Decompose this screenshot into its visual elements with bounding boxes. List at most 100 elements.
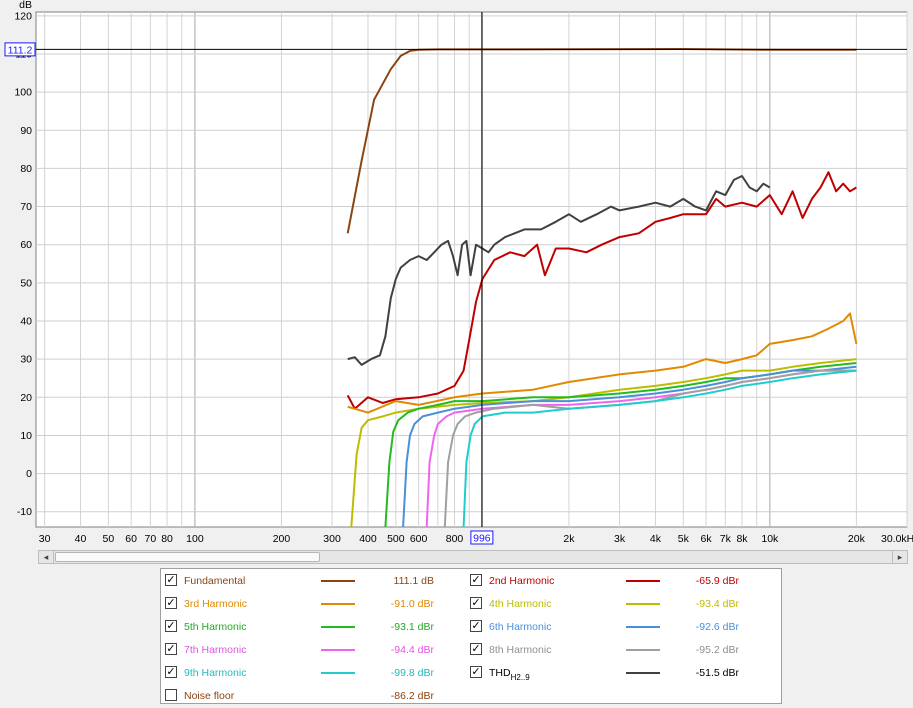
x-tick-label: 2k (563, 533, 575, 545)
chart-area[interactable]: -100102030405060708090100110120dB3040506… (0, 0, 913, 548)
x-tick-label: 30 (39, 533, 51, 545)
legend-row-fundamental: ✓ Fundamental 111.1 dB (161, 570, 461, 593)
legend-label-text: 9th Harmonic (184, 667, 247, 679)
legend-label-subscript: H2..9 (510, 673, 530, 682)
legend-label-text: THD (489, 667, 511, 679)
legend-row-noise-floor: Noise floor -86.2 dBr (161, 685, 461, 708)
y-tick-label: 120 (14, 10, 32, 22)
legend-label: 9th Harmonic (184, 667, 246, 679)
legend-line-swatch (321, 580, 355, 582)
legend-label: 5th Harmonic (184, 621, 246, 633)
x-tick-label: 10k (761, 533, 779, 545)
legend-checkbox[interactable]: ✓ (470, 574, 482, 586)
scroll-right-arrow-icon[interactable]: ▸ (892, 551, 907, 563)
legend-row-5th-harmonic: ✓ 5th Harmonic -93.1 dBr (161, 616, 461, 639)
x-tick-label: 300 (323, 533, 341, 545)
legend-value: -93.4 dBr (695, 598, 739, 610)
legend-value: -65.9 dBr (695, 575, 739, 587)
y-tick-label: -10 (17, 506, 32, 518)
x-tick-label: 7k (720, 533, 732, 545)
legend-checkbox[interactable]: ✓ (470, 620, 482, 632)
legend-label: THDH2..9 (489, 667, 530, 682)
legend-value: 111.1 dB (393, 575, 434, 587)
legend-value: -86.2 dBr (390, 690, 434, 702)
legend-label: 3rd Harmonic (184, 598, 247, 610)
x-tick-label: 100 (186, 533, 204, 545)
legend-checkbox[interactable]: ✓ (470, 643, 482, 655)
legend-line-swatch (321, 672, 355, 674)
legend-line-swatch (626, 649, 660, 651)
x-tick-label: 500 (387, 533, 405, 545)
legend-line-swatch (321, 626, 355, 628)
legend-checkbox[interactable]: ✓ (165, 643, 177, 655)
legend-line-swatch (626, 672, 660, 674)
scroll-thumb[interactable] (55, 552, 320, 562)
x-tick-label: 50 (103, 533, 115, 545)
legend-label-text: 4th Harmonic (489, 598, 552, 610)
cursor-y-readout: 111.2 (8, 44, 33, 56)
y-tick-label: 40 (20, 316, 32, 328)
x-tick-label: 70 (145, 533, 157, 545)
legend-value: -94.4 dBr (390, 644, 434, 656)
legend-row-9th-harmonic: ✓ 9th Harmonic -99.8 dBr (161, 662, 461, 685)
legend-checkbox[interactable]: ✓ (165, 574, 177, 586)
legend-value: -95.2 dBr (695, 644, 739, 656)
legend-label: Fundamental (184, 575, 245, 587)
legend-checkbox[interactable]: ✓ (165, 597, 177, 609)
legend-label-text: 7th Harmonic (184, 644, 247, 656)
y-tick-label: 50 (20, 277, 32, 289)
y-tick-label: 90 (20, 125, 32, 137)
x-tick-label: 200 (273, 533, 291, 545)
legend-row-8th-harmonic: ✓ 8th Harmonic -95.2 dBr (466, 639, 766, 662)
legend-row-2nd-harmonic: ✓ 2nd Harmonic -65.9 dBr (466, 570, 766, 593)
legend-line-swatch (626, 603, 660, 605)
legend-row-thd: ✓ THDH2..9 -51.5 dBr (466, 662, 766, 685)
chart-svg[interactable]: -100102030405060708090100110120dB3040506… (0, 0, 913, 548)
legend-checkbox[interactable]: ✓ (470, 597, 482, 609)
y-tick-label: 10 (20, 430, 32, 442)
y-tick-label: 70 (20, 201, 32, 213)
legend-label: 7th Harmonic (184, 644, 246, 656)
x-tick-label: 20k (848, 533, 866, 545)
legend-row-3rd-harmonic: ✓ 3rd Harmonic -91.0 dBr (161, 593, 461, 616)
horizontal-scrollbar[interactable]: ◂ ▸ (38, 550, 908, 564)
x-tick-label: 30.0kHz (881, 533, 913, 545)
legend-row-6th-harmonic: ✓ 6th Harmonic -92.6 dBr (466, 616, 766, 639)
legend-label: 6th Harmonic (489, 621, 551, 633)
x-tick-label: 60 (125, 533, 137, 545)
x-tick-label: 800 (446, 533, 464, 545)
legend-label-text: 6th Harmonic (489, 621, 552, 633)
y-tick-label: 0 (26, 468, 32, 480)
legend-row-7th-harmonic: ✓ 7th Harmonic -94.4 dBr (161, 639, 461, 662)
legend-label-text: 8th Harmonic (489, 644, 552, 656)
legend-line-swatch (321, 649, 355, 651)
legend-line-swatch (626, 626, 660, 628)
y-tick-label: 60 (20, 239, 32, 251)
x-tick-label: 3k (614, 533, 626, 545)
x-tick-label: 6k (701, 533, 713, 545)
x-tick-label: 400 (359, 533, 377, 545)
legend-checkbox[interactable]: ✓ (470, 666, 482, 678)
x-tick-label: 8k (736, 533, 748, 545)
legend-checkbox[interactable] (165, 689, 177, 701)
x-tick-label: 5k (678, 533, 690, 545)
y-axis-unit-label: dB (19, 0, 32, 11)
legend-value: -99.8 dBr (390, 667, 434, 679)
legend-label: Noise floor (184, 690, 234, 702)
y-tick-label: 30 (20, 354, 32, 366)
legend-panel: ✓ Fundamental 111.1 dB ✓ 3rd Harmonic -91.0 d… (160, 568, 782, 704)
legend-value: -93.1 dBr (390, 621, 434, 633)
legend-label-text: Noise floor (184, 690, 235, 702)
legend-checkbox[interactable]: ✓ (165, 620, 177, 632)
legend-label-text: Fundamental (184, 575, 246, 587)
x-tick-label: 80 (161, 533, 173, 545)
legend-label-text: 5th Harmonic (184, 621, 247, 633)
y-tick-label: 100 (14, 87, 32, 99)
x-tick-label: 4k (650, 533, 662, 545)
legend-checkbox[interactable]: ✓ (165, 666, 177, 678)
cursor-x-readout: 996 (473, 533, 491, 545)
legend-line-swatch (321, 603, 355, 605)
legend-value: -51.5 dBr (695, 667, 739, 679)
legend-value: -91.0 dBr (390, 598, 434, 610)
scroll-left-arrow-icon[interactable]: ◂ (39, 551, 54, 563)
